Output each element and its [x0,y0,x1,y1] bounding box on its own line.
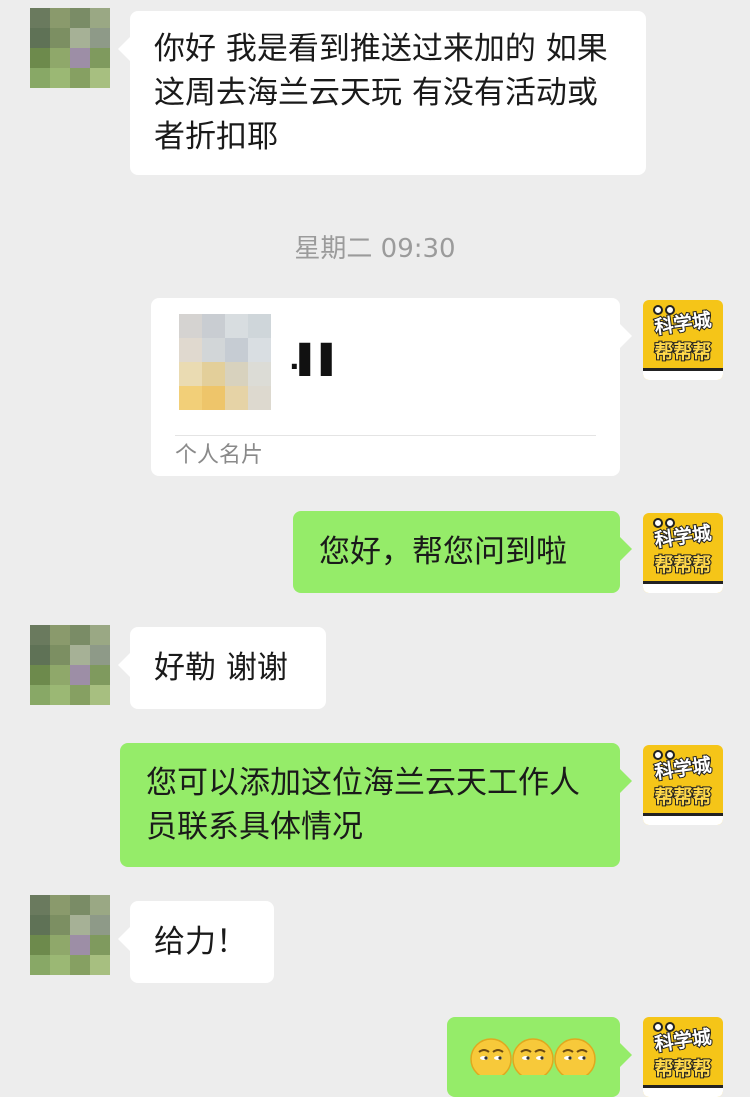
message-text: 给力！ [154,924,247,960]
science-city-logo-icon: 科学城 帮帮帮 [643,1017,723,1097]
card-photo [179,314,271,410]
science-city-logo-icon: 科学城 帮帮帮 [643,513,723,593]
science-city-logo-icon: 科学城 帮帮帮 [643,300,723,380]
my-avatar[interactable]: 科学城 帮帮帮 [643,1017,723,1097]
message-text: 您好，帮您问到啦 [319,534,567,570]
message-bubble-sent[interactable]: 您可以添加这位海兰云天工作人员联系具体情况 [120,743,632,867]
card-label: 个人名片 [175,443,264,468]
message-text: 你好 我是看到推送过来加的 如果这周去海兰云天玩 有没有活动或者折扣耶 [154,31,608,155]
science-city-logo-icon: 科学城 帮帮帮 [643,745,723,825]
message-text: 好勒 谢谢 [154,650,288,686]
my-avatar[interactable]: 科学城 帮帮帮 [643,300,723,380]
message-text: 您可以添加这位海兰云天工作人员联系具体情况 [146,765,580,845]
contact-avatar[interactable] [30,625,110,705]
message-bubble-received[interactable]: 你好 我是看到推送过来加的 如果这周去海兰云天玩 有没有活动或者折扣耶 [118,11,646,175]
card-name: .▌▌ [289,343,343,376]
smirk-emoji-icon [470,1038,512,1075]
contact-avatar[interactable] [30,8,110,88]
contact-card[interactable]: .▌▌ 个人名片 [151,298,632,476]
smirk-emoji-icon [554,1038,596,1075]
card-divider [175,435,596,436]
message-bubble-received[interactable]: 给力！ [118,901,274,983]
smirk-emoji-icon [512,1038,554,1075]
emoji-row [470,1038,596,1075]
message-bubble-sent[interactable] [447,1017,632,1097]
timestamp: 星期二 09:30 [294,234,456,264]
message-bubble-sent[interactable]: 您好，帮您问到啦 [293,511,632,593]
my-avatar[interactable]: 科学城 帮帮帮 [643,513,723,593]
contact-avatar[interactable] [30,895,110,975]
message-bubble-received[interactable]: 好勒 谢谢 [118,627,326,709]
my-avatar[interactable]: 科学城 帮帮帮 [643,745,723,825]
